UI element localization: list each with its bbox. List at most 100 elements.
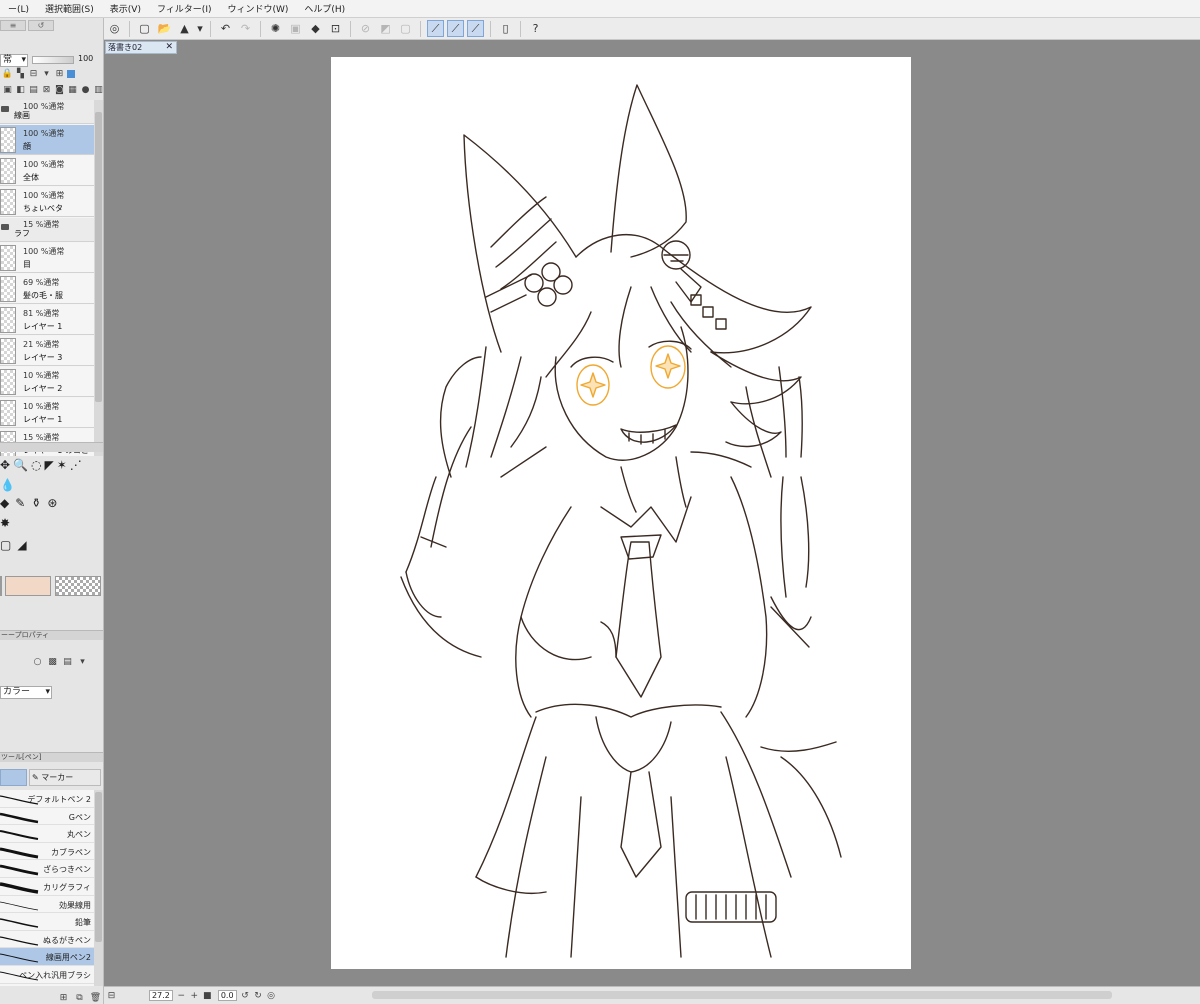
- deselect-icon[interactable]: ⊘: [357, 20, 374, 37]
- airbrush-tool-icon[interactable]: ⚱: [31, 496, 41, 510]
- opacity-slider[interactable]: [32, 56, 74, 64]
- menu-item[interactable]: ヘルプ(H): [296, 2, 353, 15]
- menu-item[interactable]: ー(L): [0, 2, 37, 15]
- show-selection-icon[interactable]: ▢: [397, 20, 414, 37]
- brush-item[interactable]: デフォルトペン 2: [0, 790, 94, 808]
- decoration-tool-icon[interactable]: ⊛: [47, 496, 57, 510]
- pencil-tool-icon[interactable]: ✎: [15, 496, 25, 510]
- expression-color-select[interactable]: カラー ▾: [0, 686, 52, 699]
- clear-outside-icon[interactable]: ▣: [287, 20, 304, 37]
- rotate-left-icon[interactable]: ↺: [240, 990, 251, 1001]
- navigator-icon[interactable]: ⊟: [106, 990, 117, 1001]
- brush-item[interactable]: カブラペン: [0, 843, 94, 861]
- brush-item[interactable]: ぬるがきペン: [0, 931, 94, 949]
- circle-icon[interactable]: ○: [32, 656, 43, 667]
- new-raster-layer-icon[interactable]: ▣: [2, 84, 13, 95]
- new-file-icon[interactable]: ▢: [136, 20, 153, 37]
- brush-item[interactable]: 鉛筆: [0, 913, 94, 931]
- rotate-reset-icon[interactable]: ◎: [266, 990, 277, 1001]
- horizontal-scrollbar[interactable]: [372, 991, 1112, 999]
- merge-icon[interactable]: ▦: [67, 84, 78, 95]
- menu-item[interactable]: 表示(V): [102, 2, 149, 15]
- autoselect-tool-icon[interactable]: ✶: [57, 458, 67, 472]
- canvas-paper[interactable]: [331, 57, 911, 969]
- subtool-settings-icon[interactable]: ⊞: [58, 992, 69, 1003]
- move-tool-icon[interactable]: ✥: [0, 458, 10, 472]
- palette-icon[interactable]: ⊞: [54, 68, 65, 79]
- fill-icon[interactable]: ◆: [307, 20, 324, 37]
- drop-tool-icon[interactable]: 💧: [0, 478, 15, 492]
- layer-row[interactable]: 100 %通常 ちょいベタ: [0, 187, 94, 217]
- chevron-down-icon[interactable]: ▾: [196, 20, 204, 37]
- layer-row[interactable]: 100 %通常目: [0, 243, 94, 273]
- new-vector-layer-icon[interactable]: ◧: [15, 84, 26, 95]
- snap-special-ruler-icon[interactable]: ⟋: [447, 20, 464, 37]
- subtool-tab-marker[interactable]: ✎ マーカー: [29, 769, 101, 786]
- lasso-tool-icon[interactable]: ◌: [31, 458, 41, 472]
- zoom-out-icon[interactable]: −: [176, 990, 187, 1001]
- brush-item[interactable]: カリグラフィ: [0, 878, 94, 896]
- menu-item[interactable]: ウィンドウ(W): [219, 2, 296, 15]
- mask-icon[interactable]: ◙: [54, 84, 65, 95]
- scrollbar-thumb[interactable]: [95, 112, 102, 402]
- chevron-down-icon[interactable]: ▾: [77, 656, 88, 667]
- mask-apply-icon[interactable]: ●: [80, 84, 91, 95]
- document-tab[interactable]: 落書き02 ✕: [105, 41, 177, 54]
- zoom-field[interactable]: 27.2: [149, 990, 173, 1001]
- layer-row[interactable]: 10 %通常 レイヤー 1: [0, 398, 94, 428]
- layer-row[interactable]: 69 %通常 髪の毛・服: [0, 274, 94, 304]
- invert-selection-icon[interactable]: ◩: [377, 20, 394, 37]
- new-correction-layer-icon[interactable]: ⊠: [41, 84, 52, 95]
- blend-mode-select[interactable]: 常 ▾: [0, 54, 28, 67]
- rotation-field[interactable]: 0.0: [217, 990, 237, 1001]
- app-icon[interactable]: ◎: [106, 20, 123, 37]
- lock-transparency-icon[interactable]: ▚: [15, 68, 26, 79]
- fill-tool-icon[interactable]: ✸: [0, 516, 10, 530]
- main-color-swatch[interactable]: [0, 576, 2, 596]
- brush-item[interactable]: 線画用ペン2: [0, 948, 94, 966]
- layer-row[interactable]: 21 %通常 レイヤー 3: [0, 336, 94, 366]
- save-icon[interactable]: ▲: [176, 20, 193, 37]
- clip-icon[interactable]: ⊟: [28, 68, 39, 79]
- layer-row[interactable]: 81 %通常 レイヤー 1: [0, 305, 94, 335]
- zoom-tool-icon[interactable]: 🔍: [13, 458, 28, 472]
- pen-tool-icon[interactable]: ◆: [0, 496, 9, 510]
- eyedropper-tool-icon[interactable]: ⋰: [70, 458, 82, 472]
- layer-folder-row[interactable]: 15 %通常 ラフ: [0, 218, 94, 242]
- undo-icon[interactable]: ↶: [217, 20, 234, 37]
- lock-icon[interactable]: 🔒: [2, 68, 13, 79]
- trash-icon[interactable]: 🗑: [90, 992, 101, 1003]
- zoom-in-icon[interactable]: +: [189, 990, 200, 1001]
- menu-item[interactable]: フィルター(I): [149, 2, 220, 15]
- open-file-icon[interactable]: 📂: [156, 20, 173, 37]
- brush-item[interactable]: ざらつきペン: [0, 860, 94, 878]
- sub-color-swatch[interactable]: [5, 576, 51, 596]
- brush-item[interactable]: Gペン: [0, 808, 94, 826]
- snap-grid-icon[interactable]: ⟋: [467, 20, 484, 37]
- text-tool-icon[interactable]: ◢: [17, 538, 26, 552]
- layer-effect-icon[interactable]: ▤: [62, 656, 73, 667]
- layer-color-icon[interactable]: [67, 69, 75, 78]
- selection-tool-icon[interactable]: ◤: [45, 458, 54, 472]
- figure-tool-icon[interactable]: ▢: [0, 538, 11, 552]
- close-icon[interactable]: ✕: [165, 42, 173, 53]
- transform-icon[interactable]: ⊡: [327, 20, 344, 37]
- transparent-color-swatch[interactable]: [55, 576, 101, 596]
- clear-icon[interactable]: ✺: [267, 20, 284, 37]
- move-icon[interactable]: ▥: [93, 84, 103, 95]
- copy-subtool-icon[interactable]: ⧉: [74, 992, 85, 1003]
- rotate-right-icon[interactable]: ↻: [253, 990, 264, 1001]
- panel-tab-layer[interactable]: ≡: [0, 20, 26, 31]
- new-folder-icon[interactable]: ▤: [28, 84, 39, 95]
- menu-item[interactable]: 選択範囲(S): [37, 2, 102, 15]
- smartphone-icon[interactable]: ▯: [497, 20, 514, 37]
- brush-scrollbar[interactable]: [94, 790, 103, 986]
- snap-ruler-icon[interactable]: ⟋: [427, 20, 444, 37]
- layer-row[interactable]: 10 %通常 レイヤー 2: [0, 367, 94, 397]
- subtool-tab-pen[interactable]: [0, 769, 27, 786]
- brush-item[interactable]: 効果線用: [0, 896, 94, 914]
- layer-scrollbar[interactable]: [94, 100, 103, 456]
- zoom-reset-icon[interactable]: ■: [202, 990, 213, 1001]
- layer-row[interactable]: 100 %通常 全体: [0, 156, 94, 186]
- layer-row[interactable]: 100 %通常顔: [0, 125, 94, 155]
